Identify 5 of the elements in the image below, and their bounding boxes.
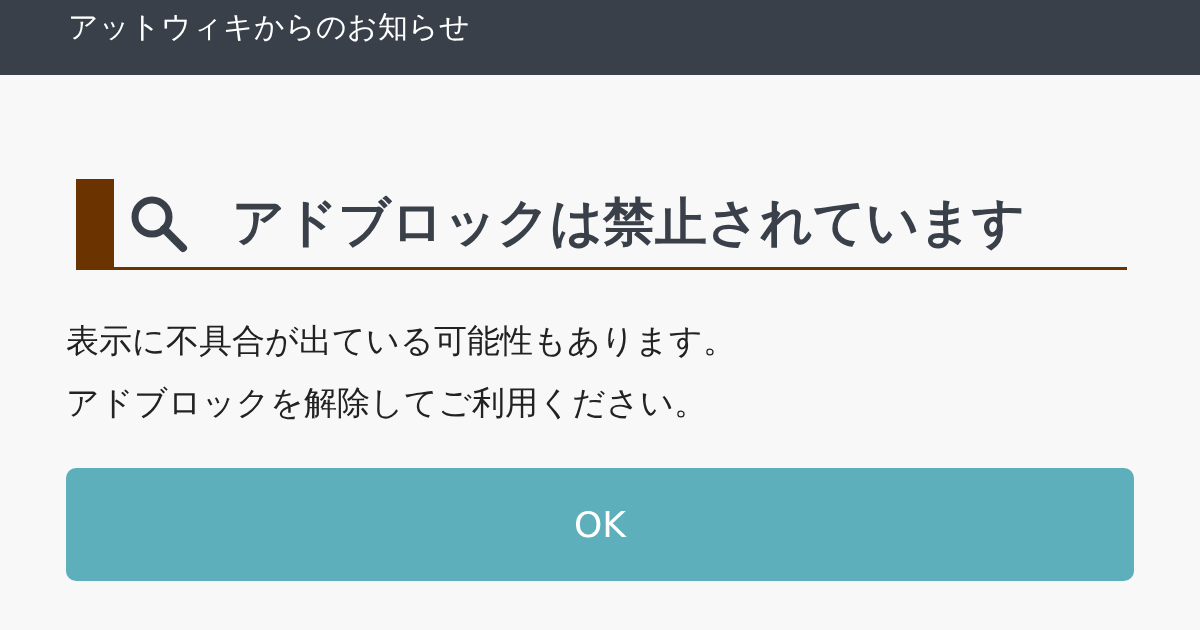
ok-button[interactable]: OK xyxy=(66,468,1134,581)
message-text: アドブロックを解除してご利用ください。 xyxy=(66,382,707,424)
heading-text: アドブロックは禁止されています xyxy=(232,191,1025,254)
header-title: アットウィキからのお知らせ xyxy=(68,8,470,46)
message-text: 表示に不具合が出ている可能性もあります。 xyxy=(66,320,736,362)
